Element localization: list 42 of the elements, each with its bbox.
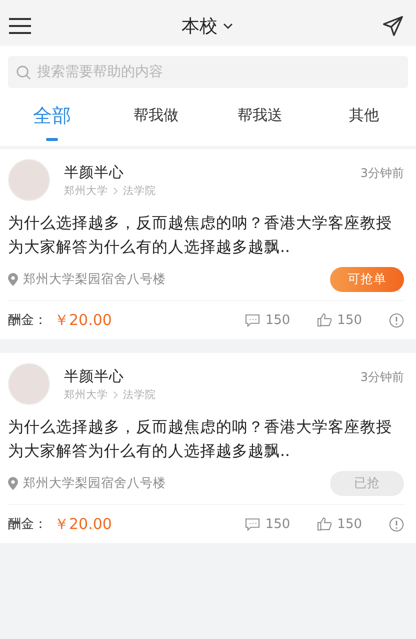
thumbs-up-icon[interactable] [317, 313, 332, 327]
like-count: 150 [337, 516, 362, 532]
college-name: 法学院 [123, 388, 156, 402]
category-tab[interactable]: 帮我做 [104, 88, 208, 143]
avatar [8, 363, 50, 405]
location-pin-icon [8, 273, 18, 286]
comment-icon[interactable] [245, 314, 260, 326]
reward-label: 酬金： [8, 312, 47, 329]
menu-icon[interactable] [8, 17, 32, 35]
reward-amount: ￥20.00 [54, 310, 112, 330]
category-tab[interactable]: 其他 [312, 88, 416, 143]
info-icon[interactable] [389, 312, 404, 328]
location-text: 郑州大学梨园宿舍八号楼 [23, 271, 167, 288]
college-name: 法学院 [123, 184, 156, 198]
location-pin-icon [8, 477, 18, 490]
category-tab[interactable]: 全部 [0, 88, 104, 143]
user-name: 半颜半心 [64, 368, 125, 386]
chevron-down-icon [222, 23, 232, 29]
category-tab[interactable]: 帮我送 [208, 88, 312, 143]
chevron-right-icon [113, 390, 118, 398]
comment-count: 150 [265, 516, 290, 532]
reward-label: 酬金： [8, 516, 47, 533]
send-icon[interactable] [382, 15, 404, 37]
search-field[interactable]: 搜索需要帮助的内容 [8, 56, 408, 88]
location-text: 郑州大学梨园宿舍八号楼 [23, 475, 167, 492]
chevron-right-icon [113, 186, 118, 194]
post-content: 为什么选择越多，反而越焦虑的呐？香港大学客座教授为大家解答为什么有的人选择越多越飘.. [8, 417, 393, 462]
post-time: 3分钟前 [360, 369, 404, 386]
campus-dropdown[interactable]: 本校 [182, 14, 232, 38]
school-name: 郑州大学 [64, 388, 108, 402]
avatar [8, 159, 50, 201]
post-time: 3分钟前 [360, 165, 404, 182]
search-icon [16, 65, 31, 80]
thumbs-up-icon[interactable] [317, 517, 332, 531]
info-icon[interactable] [389, 516, 404, 532]
post-content: 为什么选择越多，反而越焦虑的呐？香港大学客座教授为大家解答为什么有的人选择越多越飘.. [8, 213, 393, 258]
school-name: 郑州大学 [64, 184, 108, 198]
user-name: 半颜半心 [64, 164, 125, 182]
like-count: 150 [337, 312, 362, 328]
reward-amount: ￥20.00 [54, 514, 112, 534]
comment-icon[interactable] [245, 518, 260, 530]
comment-count: 150 [265, 312, 290, 328]
